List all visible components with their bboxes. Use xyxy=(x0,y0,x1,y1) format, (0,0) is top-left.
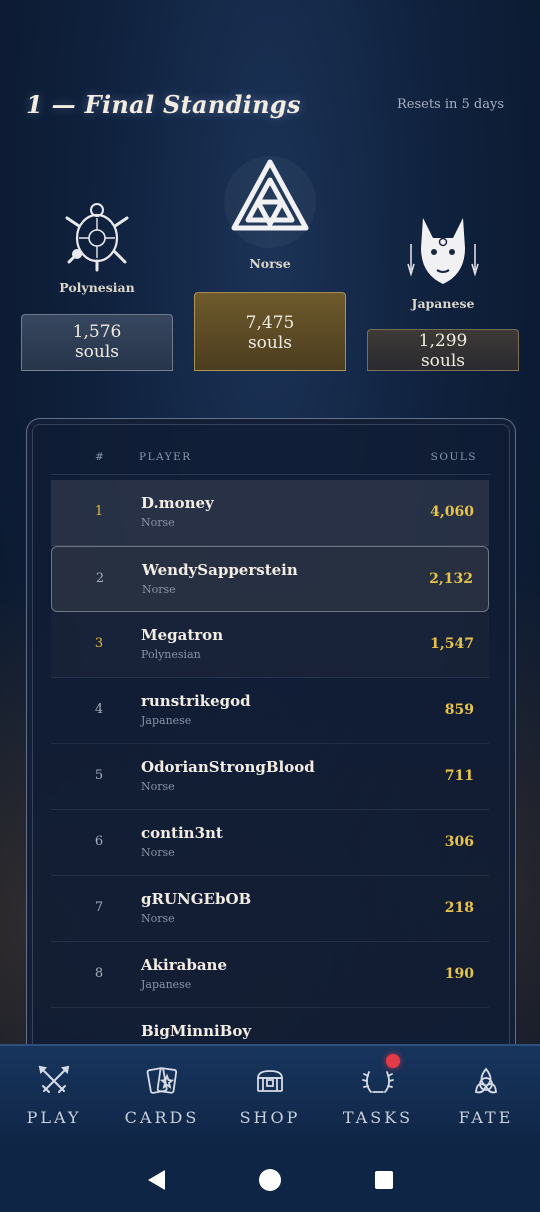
row-player-name: WendySapperstein xyxy=(142,561,298,579)
row-souls: 859 xyxy=(444,702,474,718)
row-player-name: contin3nt xyxy=(141,824,223,842)
header: 1 — Final Standings Resets in 5 days xyxy=(26,84,504,124)
table-row[interactable]: 1 D.money Norse 4,060 xyxy=(51,480,489,546)
row-souls: 190 xyxy=(444,966,474,982)
bottom-nav: PLAY CARDS SHOP TASKS FATE xyxy=(0,1044,540,1148)
table-header: # PLAYER SOULS xyxy=(51,449,491,475)
nav-label: CARDS xyxy=(124,1108,200,1127)
table-row[interactable]: 5 OdorianStrongBlood Norse 711 xyxy=(51,744,489,810)
nav-tasks[interactable]: TASKS xyxy=(324,1046,432,1148)
faction-name: Japanese xyxy=(411,296,475,311)
nav-label: TASKS xyxy=(342,1108,414,1127)
faction-podium: Polynesian 1,576 souls Norse 7,475 souls xyxy=(0,150,540,380)
table-row[interactable]: 7 gRUNGEbOB Norse 218 xyxy=(51,876,489,942)
crossed-swords-icon xyxy=(38,1065,70,1093)
page-title: 1 — Final Standings xyxy=(26,89,301,119)
faction-norse[interactable]: Norse xyxy=(216,152,324,271)
player-column-header: PLAYER xyxy=(139,451,192,463)
laurel-icon xyxy=(362,1071,394,1093)
row-player-faction: Norse xyxy=(141,846,175,859)
table-row[interactable]: 3 Megatron Polynesian 1,547 xyxy=(51,612,489,678)
faction-score-plate: 1,299 souls xyxy=(367,329,519,371)
kitsune-mask-icon xyxy=(407,218,479,284)
row-player-name: Akirabane xyxy=(141,956,228,974)
row-rank: 2 xyxy=(95,571,105,586)
reset-timer: Resets in 5 days xyxy=(396,96,504,112)
home-icon[interactable] xyxy=(258,1168,282,1192)
faction-souls-unit: souls xyxy=(247,333,293,353)
nav-label: PLAY xyxy=(26,1108,82,1127)
row-souls: 1,547 xyxy=(430,636,474,652)
faction-souls-value: 7,475 xyxy=(245,313,295,333)
table-row[interactable]: 6 contin3nt Norse 306 xyxy=(51,810,489,876)
table-row[interactable]: 8 Akirabane Japanese 190 xyxy=(51,942,489,1008)
table-row[interactable]: 4 runstrikegod Japanese 859 xyxy=(51,678,489,744)
row-player-faction: Norse xyxy=(141,780,175,793)
row-player-name: BigMinniBoy xyxy=(141,1022,252,1040)
row-player-faction: Japanese xyxy=(141,978,192,991)
row-player-name: D.money xyxy=(141,494,214,512)
leaderboard-panel[interactable]: # PLAYER SOULS 1 D.money Norse 4,060 2 W… xyxy=(26,418,516,1058)
faction-name: Norse xyxy=(249,256,291,271)
row-souls: 4,060 xyxy=(430,504,474,520)
faction-score-plate: 1,576 souls xyxy=(21,314,173,371)
faction-souls-value: 1,576 xyxy=(72,322,122,342)
nav-label: FATE xyxy=(458,1108,514,1127)
faction-souls-value: 1,299 xyxy=(418,331,468,351)
row-souls: 218 xyxy=(444,900,474,916)
souls-column-header: SOULS xyxy=(430,451,477,463)
system-nav-bar xyxy=(0,1148,540,1212)
nav-label: SHOP xyxy=(239,1108,301,1127)
cards-icon xyxy=(146,1067,178,1094)
row-player-faction: Norse xyxy=(142,583,176,596)
row-rank: 5 xyxy=(94,768,104,783)
row-player-faction: Polynesian xyxy=(141,648,201,661)
row-player-faction: Japanese xyxy=(141,714,192,727)
faction-score-plate: 7,475 souls xyxy=(194,292,346,371)
row-player-name: runstrikegod xyxy=(141,692,251,710)
row-souls: 306 xyxy=(444,834,474,850)
notification-badge xyxy=(386,1054,400,1068)
faction-name: Polynesian xyxy=(59,280,135,295)
triquetra-icon xyxy=(475,1067,497,1094)
row-rank: 7 xyxy=(94,900,104,915)
rank-column-header: # xyxy=(95,451,106,463)
row-player-name: OdorianStrongBlood xyxy=(141,758,315,776)
row-player-faction: Norse xyxy=(141,912,175,925)
faction-souls-unit: souls xyxy=(420,351,466,371)
row-souls: 2,132 xyxy=(429,571,473,587)
row-souls: 711 xyxy=(444,768,474,784)
row-player-name: Megatron xyxy=(141,626,224,644)
row-player-name: gRUNGEbOB xyxy=(141,890,252,908)
row-rank: 8 xyxy=(94,966,104,981)
nav-cards[interactable]: CARDS xyxy=(108,1046,216,1148)
turtle-icon xyxy=(65,203,129,272)
faction-japanese[interactable]: Japanese xyxy=(396,208,490,311)
row-rank: 1 xyxy=(94,504,104,519)
row-rank: 4 xyxy=(94,702,104,717)
row-rank: 6 xyxy=(94,834,104,849)
row-player-faction: Norse xyxy=(141,516,175,529)
recents-icon[interactable] xyxy=(373,1169,395,1191)
back-icon[interactable] xyxy=(145,1168,167,1192)
table-row-current-user[interactable]: 2 WendySapperstein Norse 2,132 xyxy=(51,546,489,612)
faction-souls-unit: souls xyxy=(74,342,120,362)
leaderboard-rows: 1 D.money Norse 4,060 2 WendySapperstein… xyxy=(51,480,489,1057)
nav-shop[interactable]: SHOP xyxy=(216,1046,324,1148)
row-rank: 3 xyxy=(94,636,104,651)
nav-fate[interactable]: FATE xyxy=(432,1046,540,1148)
chest-icon xyxy=(257,1070,283,1092)
nav-play[interactable]: PLAY xyxy=(0,1046,108,1148)
valknut-icon xyxy=(224,156,316,248)
faction-polynesian[interactable]: Polynesian xyxy=(48,196,146,295)
